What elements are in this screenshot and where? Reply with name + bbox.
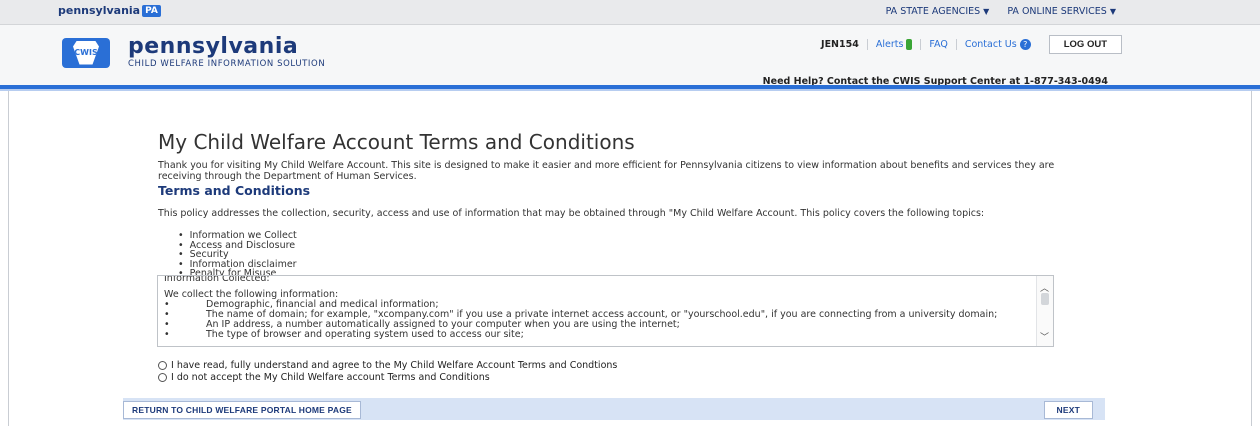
bullet-icon: •	[164, 299, 170, 310]
alerts-link[interactable]: Alerts	[868, 39, 922, 50]
policy-text: This policy addresses the collection, se…	[158, 208, 985, 219]
user-nav: JEN154 Alerts FAQ Contact Us? LOG OUT	[813, 35, 1122, 54]
username: JEN154	[813, 39, 868, 50]
alert-status-icon	[906, 39, 913, 50]
terms-content: Information Collected: We collect the fo…	[164, 275, 1024, 340]
help-icon: ?	[1019, 39, 1031, 50]
brand-title: pennsylvania	[128, 34, 299, 59]
contact-us-link[interactable]: Contact Us?	[957, 39, 1039, 50]
scrollbar[interactable]: ︿ ﹀	[1036, 276, 1053, 346]
intro-text: Thank you for visiting My Child Welfare …	[158, 160, 1055, 182]
menu-pa-state-agencies[interactable]: PA STATE AGENCIES ▼	[886, 6, 990, 17]
brand-text: pennsylvania CHILD WELFARE INFORMATION S…	[128, 34, 326, 70]
accept-terms-label: I have read, fully understand and agree …	[171, 360, 618, 371]
section-heading: Terms and Conditions	[158, 183, 311, 198]
decline-terms-radio[interactable]: I do not accept the My Child Welfare acc…	[158, 372, 490, 383]
keystone-logo-icon: CWIS	[62, 37, 110, 68]
pa-logo-badge: PA	[142, 4, 161, 17]
bullet-icon: •	[164, 329, 170, 340]
cwis-brand[interactable]: CWIS pennsylvania CHILD WELFARE INFORMAT…	[62, 36, 325, 69]
contact-label: Contact Us	[964, 39, 1017, 50]
logout-button[interactable]: LOG OUT	[1048, 35, 1122, 54]
top-utility-bar: pennsylvania PA PA STATE AGENCIES ▼ PA ON…	[0, 0, 1260, 25]
bullet-icon: •	[164, 319, 170, 330]
next-button[interactable]: NEXT	[1043, 401, 1093, 419]
scrollbar-thumb[interactable]	[1041, 293, 1049, 305]
menu-pa-online-services[interactable]: PA ONLINE SERVICES ▼	[1007, 6, 1116, 17]
menu-label: PA ONLINE SERVICES	[1007, 6, 1107, 17]
terms-heading: Information Collected:	[164, 275, 270, 284]
menu-label: PA STATE AGENCIES	[885, 6, 981, 17]
terms-scroll-box[interactable]: Information Collected: We collect the fo…	[157, 275, 1054, 347]
caret-down-icon: ▼	[983, 7, 990, 16]
footer-action-bar: RETURN TO CHILD WELFARE PORTAL HOME PAGE…	[123, 398, 1105, 420]
return-to-portal-button[interactable]: RETURN TO CHILD WELFARE PORTAL HOME PAGE	[123, 401, 361, 419]
chevron-down-icon[interactable]: ﹀	[1040, 330, 1049, 343]
accept-terms-radio[interactable]: I have read, fully understand and agree …	[158, 360, 617, 371]
caret-down-icon: ▼	[1109, 7, 1116, 16]
alerts-label: Alerts	[875, 39, 904, 50]
topics-list: Information we Collect Access and Disclo…	[178, 231, 297, 279]
keystone-text: CWIS	[74, 48, 98, 57]
radio-circle-icon[interactable]	[158, 361, 167, 370]
pa-logo-link[interactable]: pennsylvania PA	[58, 4, 161, 17]
page-title: My Child Welfare Account Terms and Condi…	[158, 130, 635, 154]
bullet-icon: •	[164, 309, 170, 320]
terms-item: The type of browser and operating system…	[206, 329, 524, 340]
radio-circle-icon[interactable]	[158, 373, 167, 382]
top-menu: PA STATE AGENCIES ▼ PA ONLINE SERVICES ▼	[886, 6, 1116, 17]
brand-subtitle: CHILD WELFARE INFORMATION SOLUTION	[128, 59, 326, 69]
header-divider-light	[0, 89, 1260, 91]
faq-link[interactable]: FAQ	[921, 39, 957, 50]
decline-terms-label: I do not accept the My Child Welfare acc…	[171, 372, 490, 383]
pa-logo-word: pennsylvania	[58, 4, 141, 17]
